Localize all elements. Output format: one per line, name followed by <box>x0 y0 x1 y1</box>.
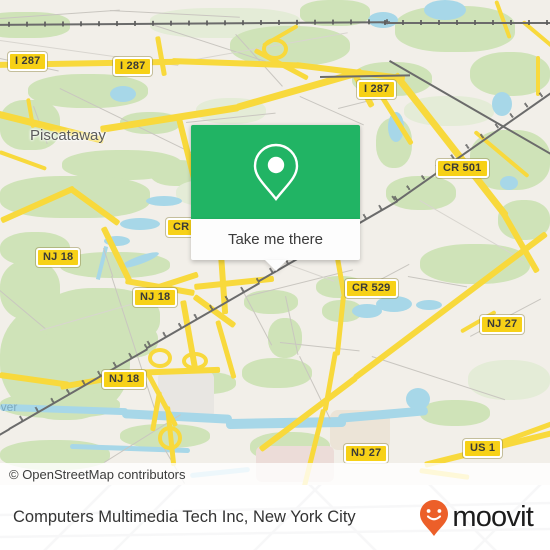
moovit-wordmark: moovit <box>452 501 533 533</box>
road-shield-i287-a: I 287 <box>8 52 48 71</box>
popup-pointer <box>264 260 287 271</box>
road-shield-nj18-b: NJ 18 <box>133 288 178 307</box>
page-title: Computers Multimedia Tech Inc, New York … <box>13 508 356 526</box>
road-shield-us1: US 1 <box>463 439 503 458</box>
moovit-pin-smiley-icon <box>420 499 449 536</box>
page-footer: Computers Multimedia Tech Inc, New York … <box>0 485 550 550</box>
screenshot-root: Piscataway iver I 287 I 287 I 287 CR 501… <box>0 0 550 550</box>
road-shield-i287-b: I 287 <box>113 57 153 76</box>
map-pin-icon <box>253 143 298 201</box>
road-shield-nj18-a: NJ 18 <box>36 248 81 267</box>
take-me-there-label: Take me there <box>227 231 324 248</box>
location-popup[interactable]: Take me there <box>191 125 360 271</box>
map-attribution-bar: © OpenStreetMap contributors <box>0 463 550 485</box>
road-shield-cr529: CR 529 <box>345 279 398 298</box>
take-me-there-button[interactable]: Take me there <box>191 219 360 271</box>
road-shield-cr501: CR 501 <box>436 159 489 178</box>
road-shield-nj27-a: NJ 27 <box>480 315 525 334</box>
popup-header <box>191 125 360 219</box>
road-shield-i287-c: I 287 <box>357 80 397 99</box>
moovit-brand[interactable]: moovit <box>419 499 534 537</box>
map-canvas[interactable]: Piscataway iver I 287 I 287 I 287 CR 501… <box>0 0 550 485</box>
road-shield-nj27-b: NJ 27 <box>344 444 389 463</box>
osm-attribution-text: © OpenStreetMap contributors <box>9 466 186 482</box>
road-shield-nj18-c: NJ 18 <box>102 370 147 389</box>
